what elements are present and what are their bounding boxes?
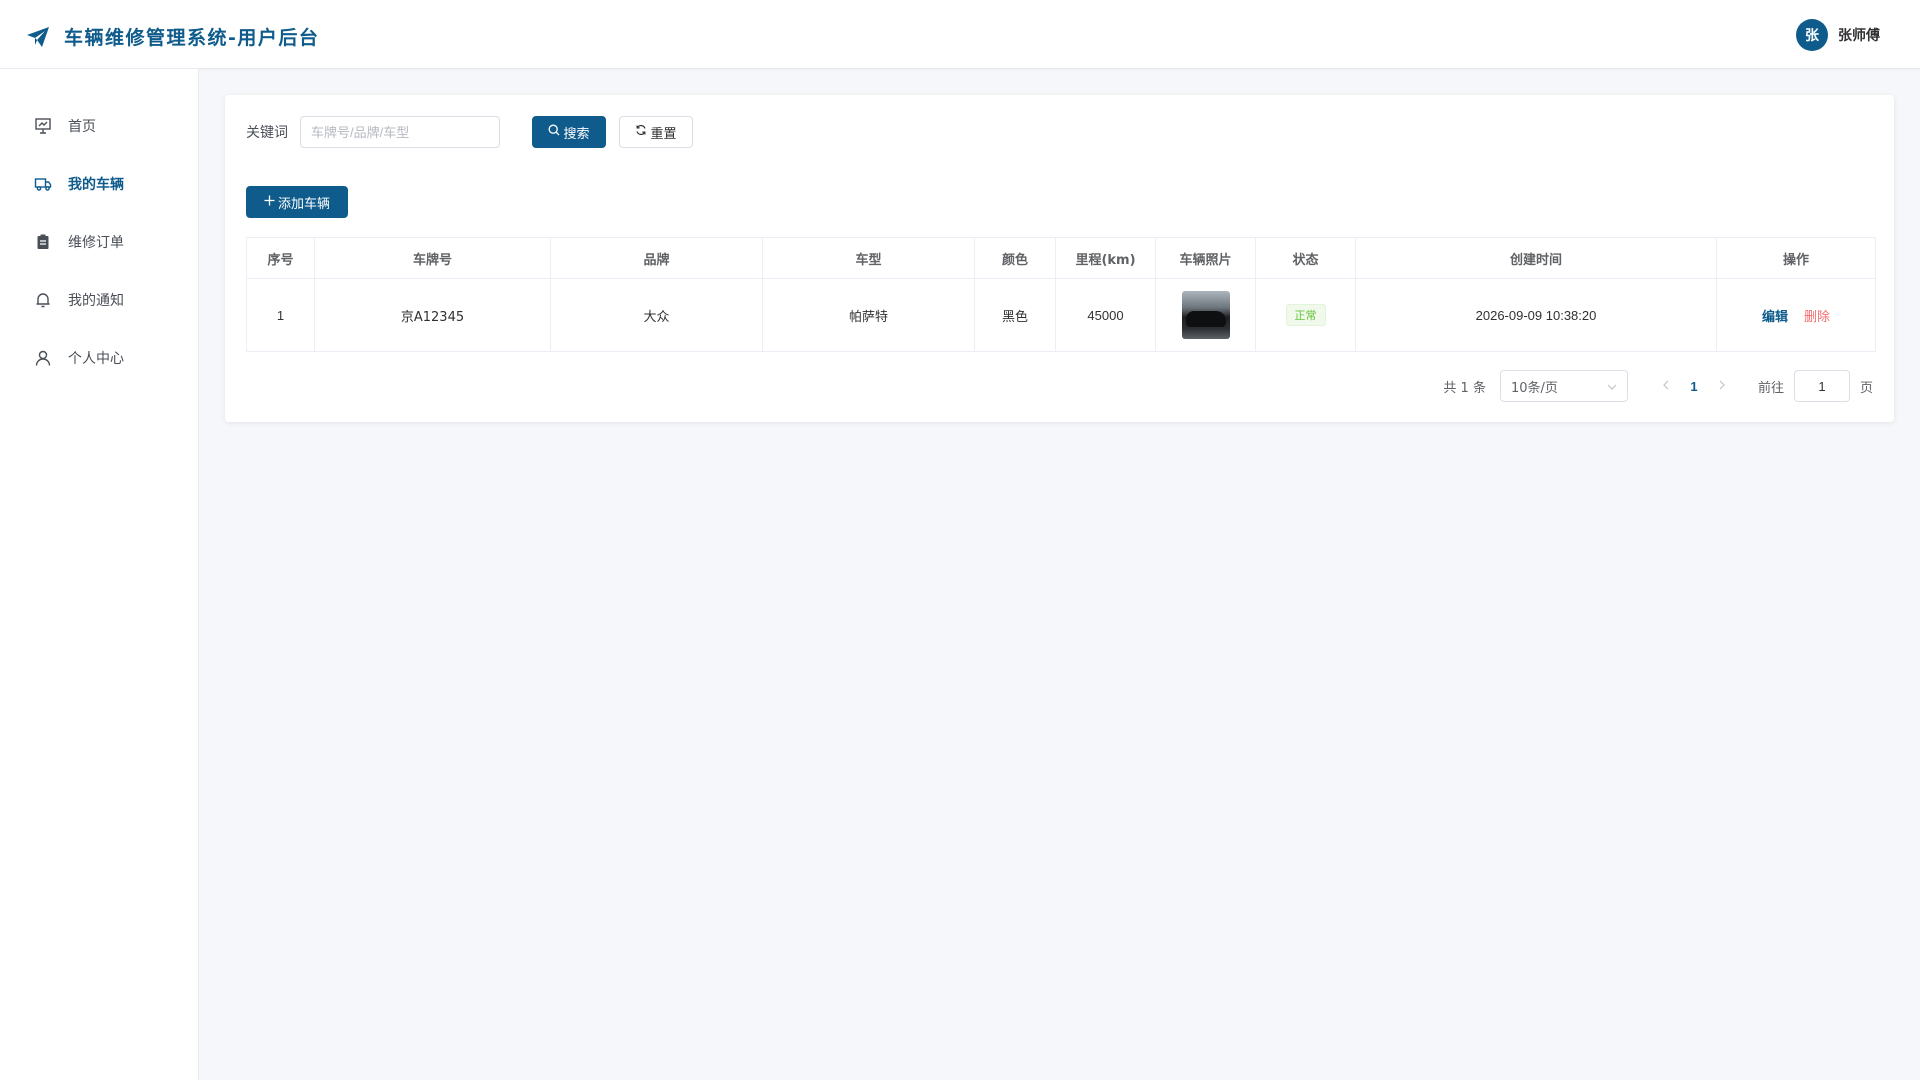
column-header: 创建时间: [1355, 237, 1717, 279]
avatar[interactable]: 张: [1796, 19, 1828, 51]
sidebar-item-label: 我的通知: [68, 293, 124, 309]
sidebar-item-home[interactable]: 首页: [0, 97, 198, 155]
sidebar-item-label: 首页: [68, 119, 96, 135]
pagination-total: 共 1 条: [1443, 380, 1486, 396]
column-header: 车辆照片: [1155, 237, 1256, 279]
app-title: 车辆维修管理系统-用户后台: [64, 27, 320, 49]
reset-button-label: 重置: [650, 126, 677, 142]
clipboard-icon: [34, 233, 52, 251]
cell-plate: 京A12345: [314, 278, 551, 352]
search-button-label: 搜索: [563, 126, 590, 142]
keyword-input[interactable]: [300, 116, 500, 148]
vehicle-card: 关键词 搜索 重置 添加车辆: [225, 95, 1894, 422]
search-form: 关键词 搜索 重置: [246, 116, 693, 148]
prev-page-button[interactable]: [1652, 378, 1680, 394]
page-number[interactable]: 1: [1680, 379, 1708, 394]
vehicle-table: 序号 车牌号 品牌 车型 颜色 里程(km) 车辆照片 状态 创建时间 操作 1: [246, 237, 1876, 352]
status-badge: 正常: [1285, 304, 1326, 326]
cell-status: 正常: [1255, 278, 1356, 352]
cell-index: 1: [246, 278, 315, 352]
column-header: 车牌号: [314, 237, 551, 279]
sidebar-item-label: 我的车辆: [68, 177, 124, 193]
sidebar-item-notifications[interactable]: 我的通知: [0, 271, 198, 329]
user-icon: [34, 349, 52, 367]
search-icon: [548, 124, 560, 140]
goto-label: 前往: [1757, 380, 1784, 396]
paper-plane-icon: [26, 26, 50, 48]
goto-page-input[interactable]: [1793, 370, 1850, 402]
next-page-button[interactable]: [1708, 378, 1736, 394]
main-content: 关键词 搜索 重置 添加车辆: [199, 69, 1920, 1080]
cell-brand: 大众: [550, 278, 763, 352]
top-header: 车辆维修管理系统-用户后台 张 张师傅: [0, 0, 1920, 69]
column-header: 里程(km): [1055, 237, 1156, 279]
page-suffix: 页: [1859, 380, 1873, 396]
refresh-icon: [635, 124, 647, 140]
cell-mileage: 45000: [1055, 278, 1156, 352]
column-header: 序号: [246, 237, 315, 279]
sidebar-item-label: 维修订单: [68, 235, 124, 251]
cell-photo: [1155, 278, 1256, 352]
sidebar: 首页 我的车辆 维修订单 我的通知 个人中心: [0, 69, 199, 1080]
chevron-right-icon: [1719, 380, 1725, 390]
table-row: 1 京A12345 大众 帕萨特 黑色 45000 正常 2026-09-09 …: [246, 278, 1876, 352]
sidebar-item-profile[interactable]: 个人中心: [0, 329, 198, 387]
chevron-left-icon: [1663, 380, 1669, 390]
reset-button[interactable]: 重置: [619, 116, 693, 148]
column-header: 状态: [1255, 237, 1356, 279]
search-button[interactable]: 搜索: [532, 116, 606, 148]
cell-color: 黑色: [974, 278, 1056, 352]
truck-icon: [34, 175, 52, 193]
delete-link[interactable]: 删除: [1804, 310, 1830, 325]
sidebar-item-repair-orders[interactable]: 维修订单: [0, 213, 198, 271]
sidebar-item-label: 个人中心: [68, 351, 124, 367]
add-vehicle-button[interactable]: 添加车辆: [246, 186, 348, 218]
cell-actions: 编辑 删除: [1716, 278, 1876, 352]
column-header: 颜色: [974, 237, 1056, 279]
page-size-value: 10条/页: [1510, 380, 1558, 396]
plus-icon: [264, 195, 275, 210]
table-header-row: 序号 车牌号 品牌 车型 颜色 里程(km) 车辆照片 状态 创建时间 操作: [246, 237, 1876, 279]
add-vehicle-label: 添加车辆: [277, 196, 330, 212]
column-header: 车型: [762, 237, 975, 279]
chevron-down-icon: [1607, 379, 1617, 394]
keyword-label: 关键词: [246, 125, 288, 141]
presentation-icon: [34, 117, 52, 135]
cell-created-at: 2026-09-09 10:38:20: [1355, 278, 1717, 352]
cell-model: 帕萨特: [762, 278, 975, 352]
page-size-select[interactable]: 10条/页: [1499, 370, 1628, 402]
column-header: 品牌: [550, 237, 763, 279]
logo: 车辆维修管理系统-用户后台: [26, 23, 319, 50]
pagination: 共 1 条 10条/页 1 前往 页: [1443, 370, 1873, 402]
user-name[interactable]: 张师傅: [1838, 25, 1880, 45]
vehicle-photo[interactable]: [1181, 291, 1230, 339]
edit-link[interactable]: 编辑: [1762, 310, 1788, 325]
sidebar-item-my-vehicles[interactable]: 我的车辆: [0, 155, 198, 213]
sidebar-menu: 首页 我的车辆 维修订单 我的通知 个人中心: [0, 69, 198, 387]
column-header: 操作: [1716, 237, 1876, 279]
bell-icon: [34, 291, 52, 309]
user-menu[interactable]: 张 张师傅: [1796, 19, 1880, 51]
